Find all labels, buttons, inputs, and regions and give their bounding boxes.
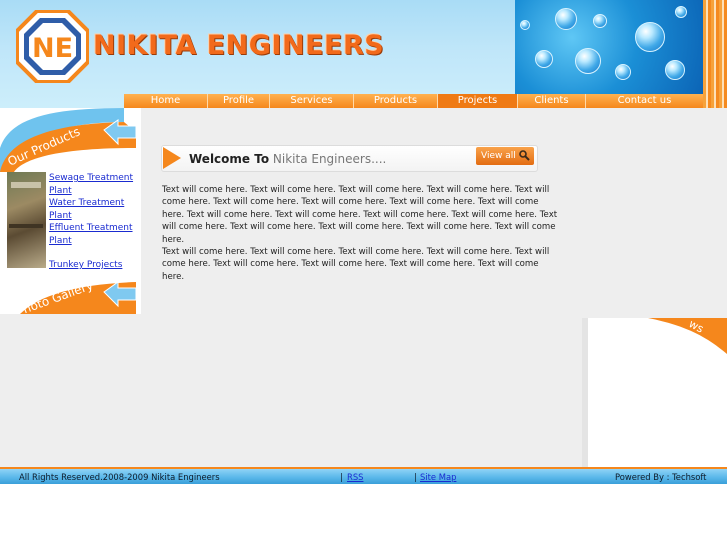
welcome-company-name: Nikita Engineers.... [272,152,387,166]
photo-gallery-banner: Photo Gallery [0,276,141,314]
news-banner: ws [588,318,727,354]
footer: All Rights Reserved.2008-2009 Nikita Eng… [0,467,727,484]
left-sidebar: Our Products Sewage Treatment Plant Wate… [0,108,141,314]
welcome-arrow-icon [163,147,181,169]
header: NE NIKITA ENGINEERS [0,0,727,108]
link-effluent-treatment-plant[interactable]: Effluent Treatment Plant [49,222,139,247]
welcome-paragraph-1: Text will come here. Text will come here… [162,185,558,245]
product-links: Sewage Treatment Plant Water Treatment P… [49,172,139,272]
nav-products[interactable]: Products [354,94,438,108]
header-stripes [703,0,727,108]
nav-contact-us[interactable]: Contact us [586,94,703,108]
treatment-plant-photo [7,172,46,268]
footer-rss-link[interactable]: RSS [347,472,363,482]
view-all-label: View all [481,151,516,161]
logo-letters: NE [32,33,73,64]
page: NE NIKITA ENGINEERS Home Profile Service… [0,0,727,545]
nav-home[interactable]: Home [124,94,208,108]
nav-projects[interactable]: Projects [438,94,518,108]
footer-sitemap-link[interactable]: Site Map [420,472,456,482]
nav-clients[interactable]: Clients [518,94,586,108]
lower-content-area [0,314,582,467]
footer-copyright: All Rights Reserved.2008-2009 Nikita Eng… [19,472,220,482]
footer-separator: | [340,472,343,482]
main-nav: Home Profile Services Products Projects … [124,94,703,108]
welcome-title: Welcome To Nikita Engineers.... [189,152,386,166]
footer-separator: | [414,472,417,482]
footer-powered-by: Powered By : Techsoft [615,472,707,482]
products-list: Sewage Treatment Plant Water Treatment P… [0,172,141,276]
link-trunkey-projects[interactable]: Trunkey Projects [49,259,139,272]
link-water-treatment-plant[interactable]: Water Treatment Plant [49,197,139,222]
view-all-button[interactable]: View all [476,147,534,165]
nav-profile[interactable]: Profile [208,94,270,108]
nav-services[interactable]: Services [270,94,354,108]
link-sewage-treatment-plant[interactable]: Sewage Treatment Plant [49,172,139,197]
our-products-banner: Our Products [0,108,141,172]
nikita-logo-icon[interactable]: NE [16,10,89,83]
brand-name: NIKITA ENGINEERS [93,30,385,61]
magnifier-icon [519,150,530,161]
welcome-prefix: Welcome To [189,152,270,166]
welcome-paragraph-2: Text will come here. Text will come here… [162,247,550,282]
water-bubbles-image [515,0,705,94]
